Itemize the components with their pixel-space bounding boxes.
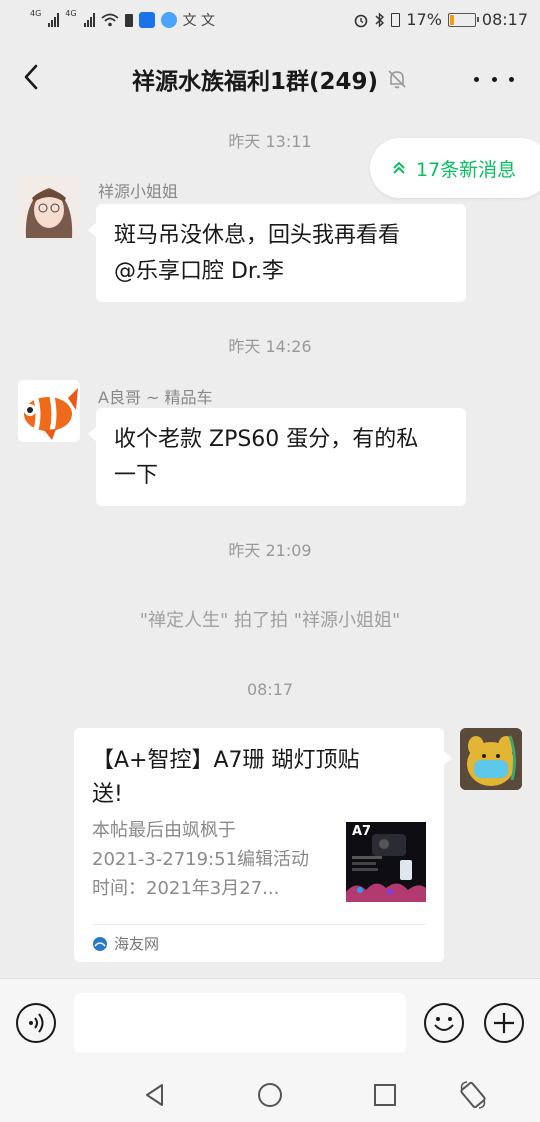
avatar[interactable] [18,380,80,442]
network-type-1: 4G [30,9,42,18]
card-source: 海友网 [92,924,426,954]
message-text-line: @乐享口腔 Dr.李 [114,259,284,284]
card-desc-line: 本帖最后由飒枫于 [92,820,236,841]
battery-icon [447,12,479,27]
message-text-line: 一下 [114,463,159,488]
message-bubble[interactable]: 斑马吊没休息，回头我再看看 @乐享口腔 Dr.李 [88,204,466,302]
network-type-2: 4G [65,9,77,18]
home-circle-icon[interactable] [255,1080,285,1110]
message-text-line: 收个老款 ZPS60 蛋分，有的私 [114,427,419,452]
chat-title: 祥源水族福利1群(249) [131,69,379,95]
notification-icon [124,13,133,27]
back-triangle-icon[interactable] [140,1080,170,1110]
sender-name: 祥源小姐姐 [98,182,179,201]
card-title-line: 送! [92,782,123,807]
card-title-line: 【A+智控】A7珊 瑚灯顶贴 [92,748,360,773]
status-bar: 4G 4G 文 文 17% 08:17 [0,0,540,40]
message-input[interactable] [74,993,406,1053]
app-notification-icon-2 [160,12,177,28]
message-text-line: 斑马吊没休息，回头我再看看 [114,223,401,248]
status-right: 17% 08:17 [353,10,528,29]
app-notification-icon [138,12,155,28]
double-chevron-up-icon [393,161,405,174]
card-desc-line: 时间：2021年3月27... [92,878,280,899]
timestamp: 昨天 21:09 [228,541,312,560]
more-dots-icon[interactable] [474,64,514,94]
recents-square-icon[interactable] [370,1080,400,1110]
avatar[interactable] [18,176,80,238]
source-logo-icon [93,936,107,951]
card-description: 本帖最后由飒枫于 2021-3-2719:51编辑活动 时间：2021年3月27… [92,816,322,903]
card-desc-line: 2021-3-2719:51编辑活动 [92,849,310,870]
timestamp: 昨天 14:26 [228,337,312,356]
chat-title-container: 祥源水族福利1群(249) [0,62,540,96]
status-time: 08:17 [481,10,528,29]
link-card-message[interactable]: 【A+智控】A7珊 瑚灯顶贴 送! 本帖最后由飒枫于 2021-3-2719:5… [74,728,452,962]
chat-header: 祥源水族福利1群(249) [0,40,540,116]
status-left: 4G 4G 文 文 [30,10,215,30]
input-bar [0,978,540,1069]
app-notification-icon-3: 文 文 [182,13,216,29]
bluetooth-icon [375,11,385,28]
my-avatar[interactable] [460,728,522,790]
rotate-icon[interactable] [458,1080,488,1110]
voice-icon[interactable] [16,1003,56,1043]
card-thumbnail: A7 [346,822,426,902]
battery-fill [449,14,454,25]
wifi-icon [101,13,119,27]
card-source-name: 海友网 [114,935,160,953]
avatar-toy-image [460,728,522,790]
timestamp: 08:17 [246,680,294,699]
new-messages-button[interactable]: 17条新消息 [370,138,540,198]
sender-name: A良哥 ~ 精品车 [98,388,213,407]
emoji-icon[interactable] [424,1003,464,1043]
signal-icon-2 [83,13,95,27]
avatar-girl-image [18,176,80,238]
battery-percent: 17% [406,10,442,29]
avatar-clownfish-image [18,380,80,442]
alarm-icon [355,14,368,27]
plus-icon[interactable] [484,1003,524,1043]
thumbnail-label: A7 [352,824,372,839]
new-messages-label: 17条新消息 [416,158,517,181]
system-message: "禅定人生" 拍了拍 "祥源小姐姐" [139,610,401,631]
signal-icon [48,13,60,27]
vibrate-icon [391,12,401,27]
bell-off-icon [388,70,406,89]
message-bubble[interactable]: 收个老款 ZPS60 蛋分，有的私 一下 [88,408,466,506]
system-navigation-bar [0,1068,540,1122]
